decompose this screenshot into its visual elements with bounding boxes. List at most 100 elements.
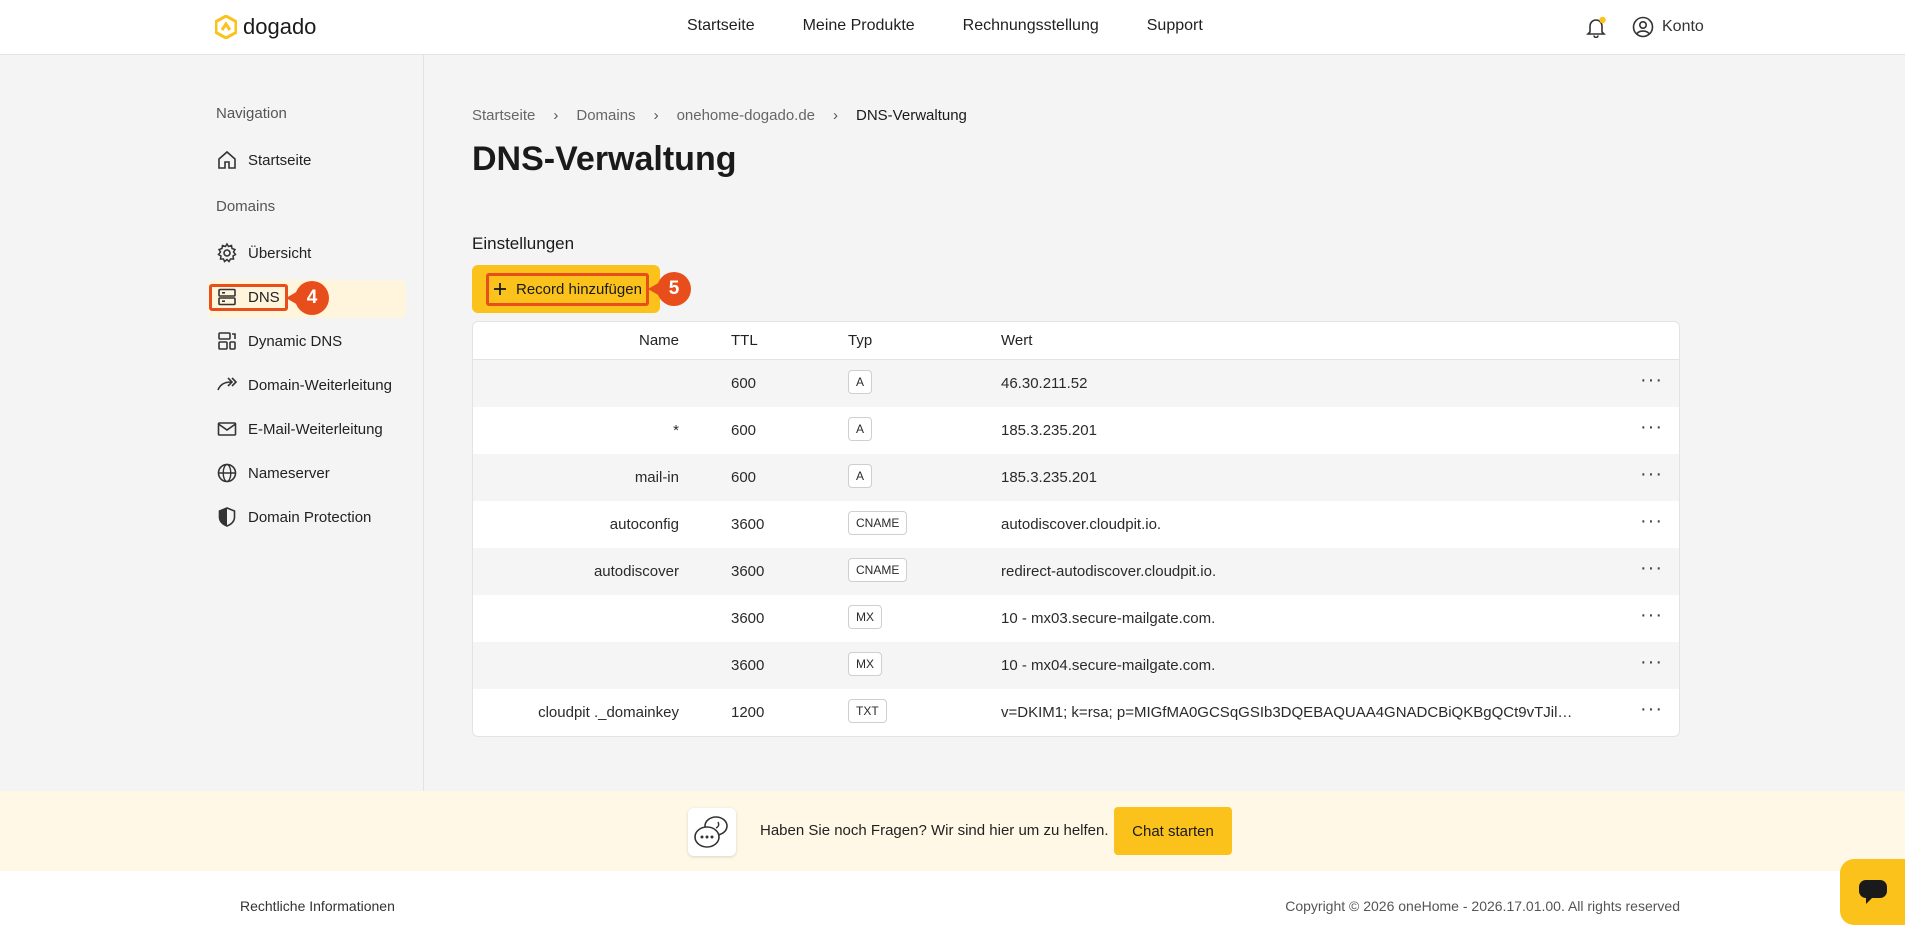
user-circle-icon (1632, 16, 1654, 38)
sidebar-item-domain-weiterleitung[interactable]: Domain-Weiterleitung (216, 369, 406, 401)
column-header-typ[interactable]: Typ (848, 332, 872, 349)
column-header-ttl[interactable]: TTL (731, 332, 758, 349)
mail-icon (217, 422, 237, 436)
record-name: autoconfig (609, 516, 679, 533)
dynamic-dns-icon (218, 332, 236, 350)
record-ttl: 600 (731, 422, 757, 439)
dns-highlight-box (209, 284, 288, 311)
sidebar-heading-navigation: Navigation (216, 105, 287, 122)
forward-arrow-icon (217, 377, 238, 391)
record-ttl: 3600 (731, 610, 765, 627)
more-options-icon[interactable]: ··· (1640, 557, 1663, 580)
record-ttl: 3600 (731, 657, 765, 674)
shield-icon (218, 507, 236, 527)
table-row[interactable]: autodiscover 3600 CNAME redirect-autodis… (473, 548, 1679, 595)
record-ttl: 600 (731, 469, 757, 486)
sidebar-item-label: Domain Protection (248, 508, 372, 526)
table-row[interactable]: cloudpit ._domainkey 1200 TXT v=DKIM1; k… (473, 689, 1679, 736)
record-name: * (673, 422, 679, 439)
column-header-name[interactable]: Name (639, 332, 679, 349)
record-value: v=DKIM1; k=rsa; p=MIGfMA0GCSqGSIb3DQEBAQ… (1001, 704, 1581, 721)
record-value: 185.3.235.201 (1001, 422, 1097, 439)
more-options-icon[interactable]: ··· (1640, 651, 1663, 674)
sidebar-item-nameserver[interactable]: Nameserver (216, 457, 406, 489)
copyright-text: Copyright © 2026 oneHome - 2026.17.01.00… (1285, 898, 1680, 914)
topnav-startseite[interactable]: Startseite (687, 17, 755, 35)
table-header: Name TTL Typ Wert (473, 322, 1679, 360)
record-value: 46.30.211.52 (1001, 375, 1088, 392)
more-options-icon[interactable]: ··· (1640, 416, 1663, 439)
bell-icon[interactable] (1585, 16, 1607, 38)
more-options-icon[interactable]: ··· (1640, 510, 1663, 533)
more-options-icon[interactable]: ··· (1640, 369, 1663, 392)
sidebar-item-label: E-Mail-Weiterleitung (248, 420, 383, 438)
footer: Rechtliche Informationen Copyright © 202… (0, 871, 1905, 940)
chevron-right-icon: › (833, 107, 839, 124)
sidebar-item-label: Übersicht (248, 244, 312, 262)
gear-icon (217, 242, 237, 263)
dns-records-table: Name TTL Typ Wert 600 A 46.30.211.52 ···… (472, 321, 1680, 737)
chat-bubbles-icon (694, 816, 728, 848)
support-chat-icon (688, 808, 736, 856)
more-options-icon[interactable]: ··· (1640, 604, 1663, 627)
chevron-right-icon: › (653, 107, 659, 124)
topnav-rechnungsstellung[interactable]: Rechnungsstellung (963, 17, 1099, 35)
breadcrumb-domain[interactable]: onehome-dogado.de (677, 107, 815, 124)
table-row[interactable]: mail-in 600 A 185.3.235.201 ··· (473, 454, 1679, 501)
sidebar-item-dynamic-dns[interactable]: Dynamic DNS (216, 325, 406, 357)
brand-logo[interactable]: dogado (215, 14, 316, 40)
column-header-wert[interactable]: Wert (1001, 332, 1032, 349)
record-ttl: 600 (731, 375, 757, 392)
record-value: 10 - mx03.secure-mailgate.com. (1001, 610, 1216, 627)
add-record-highlight-box (486, 273, 649, 306)
record-type-badge: CNAME (848, 558, 908, 582)
table-row[interactable]: 3600 MX 10 - mx04.secure-mailgate.com. ·… (473, 642, 1679, 689)
page-title: DNS-Verwaltung (472, 140, 737, 178)
topnav-support[interactable]: Support (1147, 17, 1203, 35)
legal-info-link[interactable]: Rechtliche Informationen (240, 898, 395, 914)
table-row[interactable]: autoconfig 3600 CNAME autodiscover.cloud… (473, 501, 1679, 548)
chat-start-button[interactable]: Chat starten (1114, 807, 1232, 855)
sidebar-item-uebersicht[interactable]: Übersicht (216, 237, 406, 269)
dogado-logo-icon (215, 15, 237, 39)
record-name: autodiscover (593, 563, 679, 580)
table-row[interactable]: * 600 A 185.3.235.201 ··· (473, 407, 1679, 454)
sidebar-item-email-weiterleitung[interactable]: E-Mail-Weiterleitung (216, 413, 406, 445)
record-type-badge: MX (848, 605, 882, 629)
record-type-badge: MX (848, 652, 882, 676)
breadcrumb-domains[interactable]: Domains (576, 107, 635, 124)
chat-launcher-button[interactable] (1840, 859, 1905, 925)
record-type-badge: CNAME (848, 511, 908, 535)
account-label: Konto (1662, 18, 1704, 35)
record-value: autodiscover.cloudpit.io. (1001, 516, 1162, 533)
top-header: dogado Startseite Meine Produkte Rechnun… (0, 0, 1905, 55)
sidebar-item-label: Domain-Weiterleitung (248, 376, 392, 394)
sidebar-item-domain-protection[interactable]: Domain Protection (216, 501, 406, 533)
table-row[interactable]: 3600 MX 10 - mx03.secure-mailgate.com. ·… (473, 595, 1679, 642)
breadcrumb: Startseite › Domains › onehome-dogado.de… (472, 107, 967, 124)
more-options-icon[interactable]: ··· (1640, 463, 1663, 486)
add-record-button[interactable]: Record hinzufügen 5 (472, 265, 691, 313)
globe-icon (217, 463, 237, 483)
record-value: 185.3.235.201 (1001, 469, 1097, 486)
breadcrumb-startseite[interactable]: Startseite (472, 107, 535, 124)
account-menu[interactable]: Konto (1632, 16, 1704, 38)
step-badge-4: 4 (286, 281, 329, 315)
help-text: Haben Sie noch Fragen? Wir sind hier um … (760, 822, 1109, 839)
sidebar-heading-domains: Domains (216, 198, 276, 215)
chevron-right-icon: › (553, 107, 559, 124)
topnav-meine-produkte[interactable]: Meine Produkte (803, 17, 915, 35)
sidebar-item-startseite[interactable]: Startseite (216, 144, 406, 176)
brand-name: dogado (243, 14, 317, 39)
sidebar-item-label: Nameserver (248, 464, 330, 482)
more-options-icon[interactable]: ··· (1640, 698, 1663, 721)
record-type-badge: A (848, 370, 873, 394)
record-value: redirect-autodiscover.cloudpit.io. (1001, 563, 1217, 580)
section-title: Einstellungen (472, 234, 575, 253)
record-type-badge: A (848, 464, 873, 488)
record-type-badge: TXT (848, 699, 887, 723)
table-row[interactable]: 600 A 46.30.211.52 ··· (473, 360, 1679, 407)
record-name: cloudpit ._domainkey (538, 704, 679, 721)
help-bar: Haben Sie noch Fragen? Wir sind hier um … (0, 791, 1905, 871)
record-ttl: 1200 (731, 704, 765, 721)
